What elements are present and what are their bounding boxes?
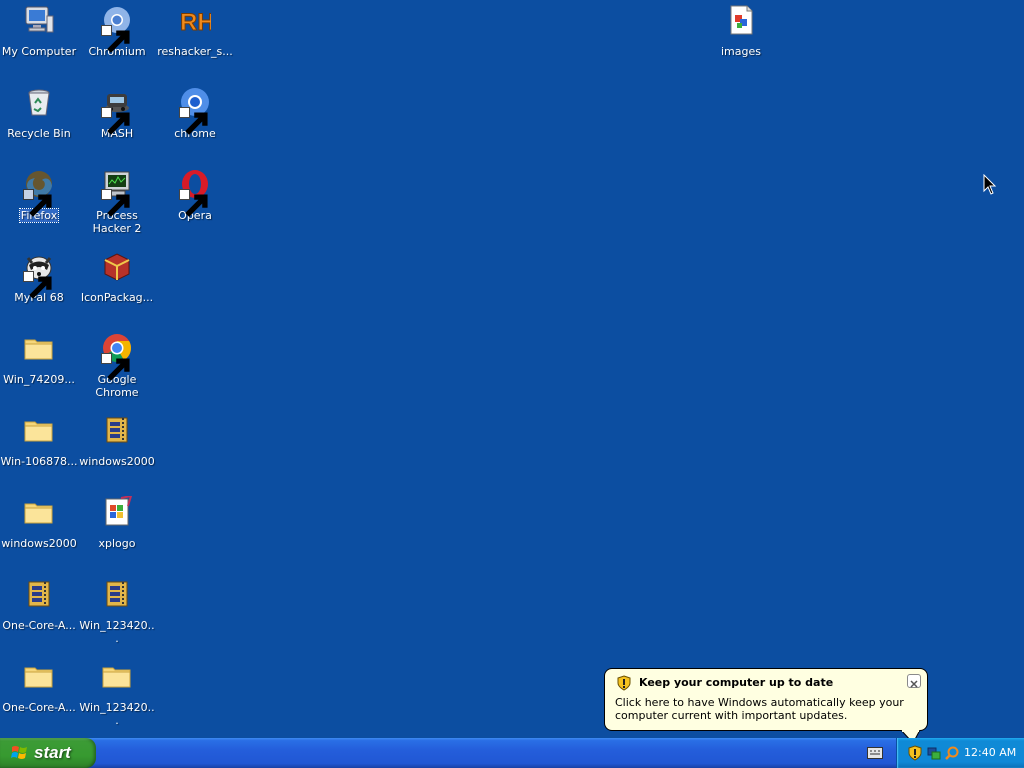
icon-label: windows2000 — [79, 455, 155, 468]
close-icon — [910, 680, 918, 688]
desktop-icon-mypal[interactable]: MyPal 68 — [0, 248, 78, 324]
desktop-icon-archive-win123420[interactable]: Win_123420... — [78, 576, 156, 652]
icon-label: Win_74209... — [3, 373, 75, 386]
balloon-text[interactable]: Click here to have Windows automatically… — [615, 696, 919, 722]
chrome-icon — [101, 332, 133, 381]
shortcut-arrow-icon — [23, 271, 52, 299]
firefox-icon — [23, 168, 55, 217]
balloon-title: Keep your computer up to date — [639, 676, 834, 689]
chromium-icon — [101, 4, 133, 53]
desktop-icon-iconpackager[interactable]: IconPackag... — [78, 248, 156, 324]
icon-label: Win-106878... — [0, 455, 78, 468]
image-file-icon — [101, 496, 133, 528]
icon-label: One-Core-A... — [2, 619, 76, 632]
chromium-blue-icon — [179, 86, 211, 135]
update-balloon-notification[interactable]: Keep your computer up to date Click here… — [604, 668, 928, 731]
archive-icon — [23, 578, 55, 610]
balloon-close-button[interactable] — [907, 674, 921, 688]
icon-label: One-Core-A... — [2, 701, 76, 714]
icon-label: images — [721, 45, 761, 58]
folder-icon — [23, 414, 55, 446]
desktop-icon-folder-windows2000[interactable]: windows2000 — [0, 494, 78, 570]
taskbar: start 12:40 AM — [0, 738, 1024, 768]
archive-icon — [101, 414, 133, 446]
icon-label: windows2000 — [1, 537, 77, 550]
mash-icon — [101, 86, 133, 135]
search-tray-icon[interactable] — [944, 745, 960, 761]
shortcut-arrow-icon — [101, 189, 130, 217]
desktop-icon-archive-one-core-1[interactable]: One-Core-A... — [0, 576, 78, 652]
security-shield-icon — [616, 675, 632, 691]
archive-icon — [101, 578, 133, 610]
desktop-icon-archive-windows2000[interactable]: windows2000 — [78, 412, 156, 488]
desktop-icon-chromium[interactable]: Chromium — [78, 2, 156, 78]
desktop-icon-folder-win123420[interactable]: Win_123420... — [78, 658, 156, 734]
icon-label: My Computer — [1, 45, 77, 58]
desktop-icon-folder-win74209[interactable]: Win_74209... — [0, 330, 78, 406]
my-computer-icon — [23, 4, 55, 36]
icon-label: Win_123420... — [79, 619, 155, 645]
desktop-icon-images[interactable]: images — [702, 2, 780, 78]
icon-label: xplogo — [98, 537, 136, 550]
shortcut-arrow-icon — [179, 189, 208, 217]
shortcut-arrow-icon — [23, 189, 52, 217]
desktop-icon-google-chrome[interactable]: Google Chrome — [78, 330, 156, 406]
desktop-icon-recycle-bin[interactable]: Recycle Bin — [0, 84, 78, 160]
folder-icon — [23, 660, 55, 692]
desktop-icon-firefox[interactable]: Firefox — [0, 166, 78, 242]
desktop[interactable]: My Computer Recycle Bin Firefox MyPal 68… — [0, 0, 1024, 738]
svg-text:RH: RH — [180, 9, 211, 36]
desktop-icon-folder-win106878[interactable]: Win-106878... — [0, 412, 78, 488]
recycle-bin-icon — [23, 86, 55, 118]
security-alert-tray-icon[interactable] — [907, 745, 923, 761]
images-file-icon — [725, 4, 757, 36]
desktop-icon-chrome-blue[interactable]: chrome — [156, 84, 234, 160]
mypal-icon — [23, 250, 55, 299]
desktop-icon-my-computer[interactable]: My Computer — [0, 2, 78, 78]
start-label: start — [34, 743, 71, 762]
taskbar-clock[interactable]: 12:40 AM — [964, 738, 1016, 768]
mouse-cursor-icon — [983, 174, 997, 195]
opera-icon — [179, 168, 211, 217]
shortcut-arrow-icon — [101, 353, 130, 381]
shortcut-arrow-icon — [101, 25, 130, 53]
icon-label: IconPackag... — [80, 291, 154, 304]
folder-icon — [101, 660, 133, 692]
folder-icon — [23, 496, 55, 528]
windows-flag-icon — [11, 746, 27, 759]
shortcut-arrow-icon — [101, 107, 130, 135]
desktop-icon-xplogo[interactable]: xplogo — [78, 494, 156, 570]
reshacker-icon: RH — [179, 4, 212, 37]
process-hacker-icon — [101, 168, 133, 217]
network-tray-icon[interactable] — [926, 745, 942, 761]
desktop-icon-opera[interactable]: Opera — [156, 166, 234, 242]
desktop-icon-reshacker[interactable]: RH reshacker_s... — [156, 2, 234, 78]
shortcut-arrow-icon — [179, 107, 208, 135]
icon-label: Recycle Bin — [7, 127, 71, 140]
folder-icon — [23, 332, 55, 364]
icon-label: Win_123420... — [79, 701, 155, 727]
iconpackager-icon — [101, 250, 133, 282]
keyboard-icon[interactable] — [867, 747, 883, 759]
icon-label: reshacker_s... — [157, 45, 233, 58]
desktop-icon-process-hacker[interactable]: Process Hacker 2 — [78, 166, 156, 242]
desktop-icon-folder-one-core-2[interactable]: One-Core-A... — [0, 658, 78, 734]
start-button[interactable]: start — [0, 738, 96, 768]
desktop-icon-mash[interactable]: MASH — [78, 84, 156, 160]
